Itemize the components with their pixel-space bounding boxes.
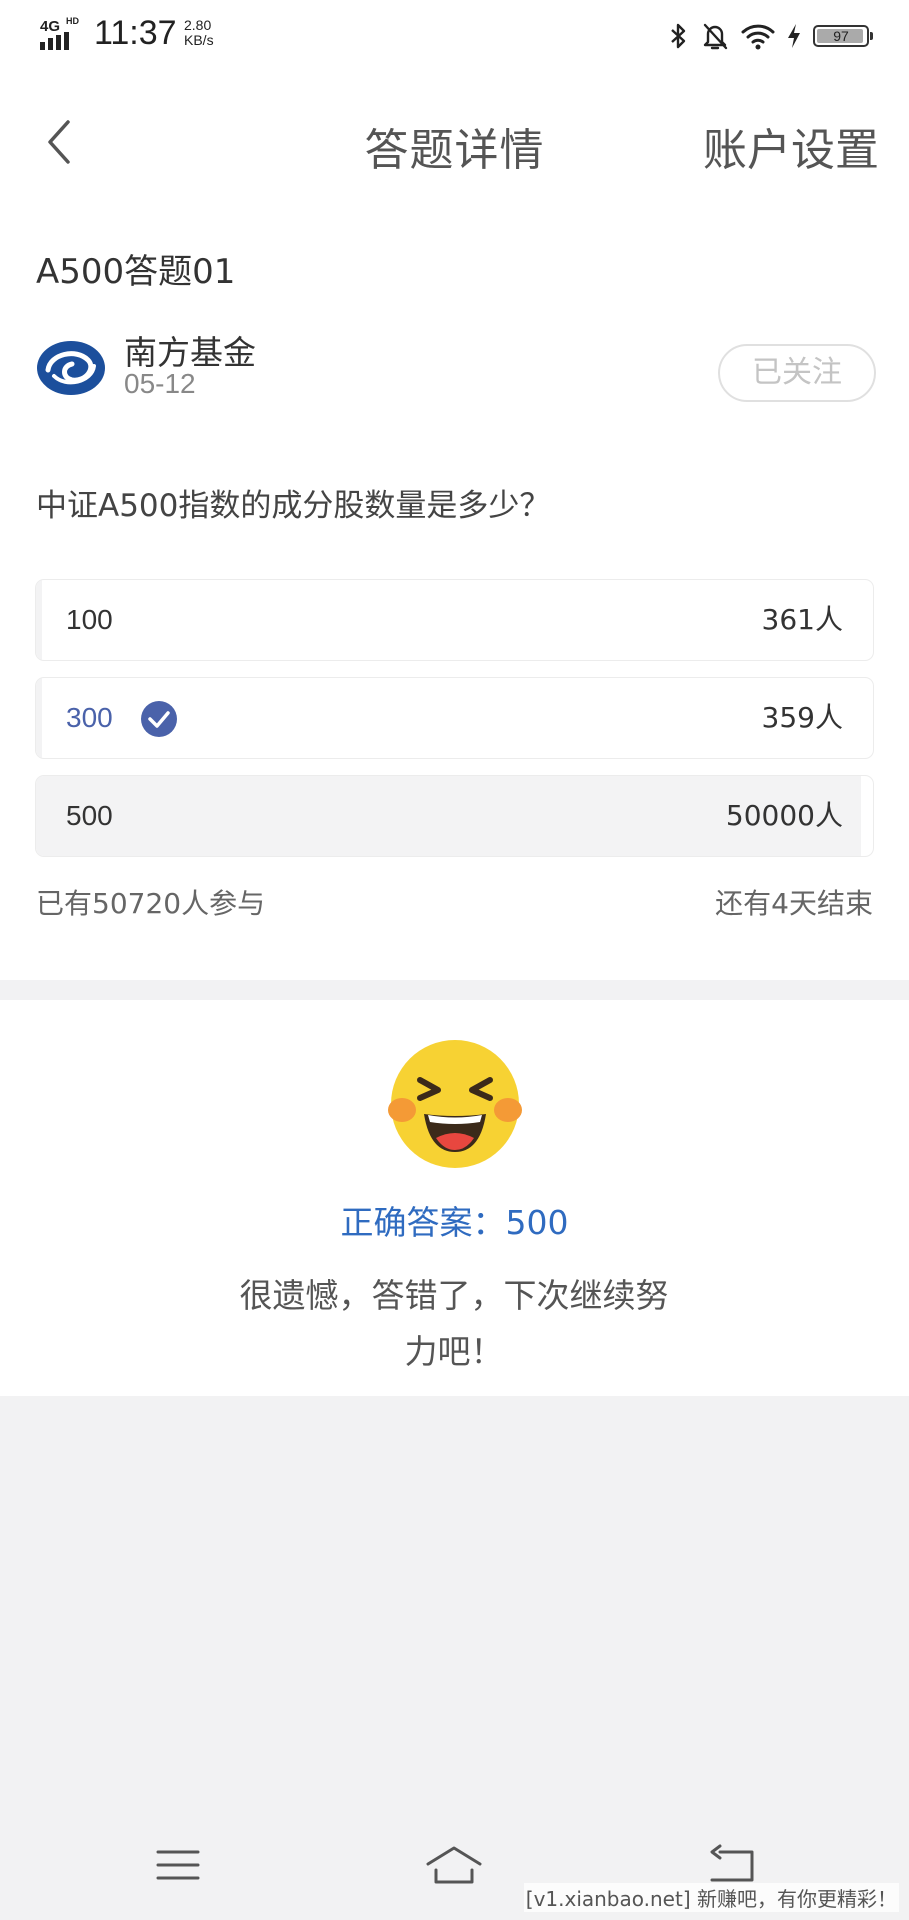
question-text: 中证A500指数的成分股数量是多少？ xyxy=(36,488,551,524)
southern-fund-logo-icon xyxy=(37,341,105,395)
option-label: 500 xyxy=(66,800,113,831)
option-result-bar xyxy=(36,580,42,660)
home-icon xyxy=(426,1846,482,1884)
option-label: 100 xyxy=(66,604,113,635)
network-speed-value: 2.80 xyxy=(184,17,212,33)
home-button[interactable] xyxy=(424,1840,484,1890)
account-settings-button[interactable]: 账户设置 xyxy=(703,114,879,178)
network-speed-unit: KB/s xyxy=(184,32,214,48)
charging-icon xyxy=(788,24,800,48)
author-row: 南方基金 05-12 已关注 xyxy=(36,326,876,406)
answer-option-100[interactable]: 100 361人 xyxy=(36,580,873,660)
network-hd: HD xyxy=(66,16,79,26)
author-name[interactable]: 南方基金 xyxy=(124,326,256,374)
participant-count: 已有50720人参与 xyxy=(36,887,266,920)
answer-options: 100 361人 300 359人 500 50000人 xyxy=(36,580,873,874)
option-vote-count: 361人 xyxy=(761,603,843,636)
status-bar: 4G HD 11:37 2.80 KB/s 97 xyxy=(0,0,909,72)
result-card: 正确答案：500 很遗憾，答错了，下次继续努力吧！ xyxy=(0,1000,909,1396)
answer-option-300[interactable]: 300 359人 xyxy=(36,678,873,758)
signal-icon: 4G HD xyxy=(40,16,84,50)
nav-bar: 答题详情 账户设置 xyxy=(0,100,909,184)
answer-option-500[interactable]: 500 50000人 xyxy=(36,776,873,856)
result-message: 很遗憾，答错了，下次继续努力吧！ xyxy=(239,1276,669,1371)
selected-check-icon xyxy=(141,701,177,737)
bluetooth-icon xyxy=(671,23,686,49)
follow-button[interactable]: 已关注 xyxy=(718,344,876,402)
quiz-title: A500答题01 xyxy=(36,252,236,292)
network-speed: 2.80 KB/s xyxy=(184,18,214,48)
time-remaining: 还有4天结束 xyxy=(715,887,873,920)
battery-level: 97 xyxy=(833,28,849,44)
system-nav-bar: [v1.xianbao.net] 新赚吧，有你更精彩！ xyxy=(0,1820,909,1920)
mute-bell-icon xyxy=(703,23,728,50)
post-date: 05-12 xyxy=(124,368,196,399)
status-time: 11:37 xyxy=(94,14,177,52)
laughing-emoji-icon xyxy=(388,1040,522,1168)
battery-icon: 97 xyxy=(813,25,873,47)
correct-answer: 正确答案：500 xyxy=(340,1203,569,1242)
option-vote-count: 359人 xyxy=(761,701,843,734)
menu-icon xyxy=(156,1850,200,1880)
option-vote-count: 50000人 xyxy=(725,799,843,832)
wifi-icon xyxy=(741,24,775,50)
status-icons: 97 xyxy=(669,20,873,52)
network-type: 4G xyxy=(40,18,61,35)
menu-button[interactable] xyxy=(148,1840,208,1890)
watermark-text: [v1.xianbao.net] 新赚吧，有你更精彩！ xyxy=(523,1883,899,1912)
option-label: 300 xyxy=(66,702,113,733)
option-result-bar xyxy=(36,678,42,758)
